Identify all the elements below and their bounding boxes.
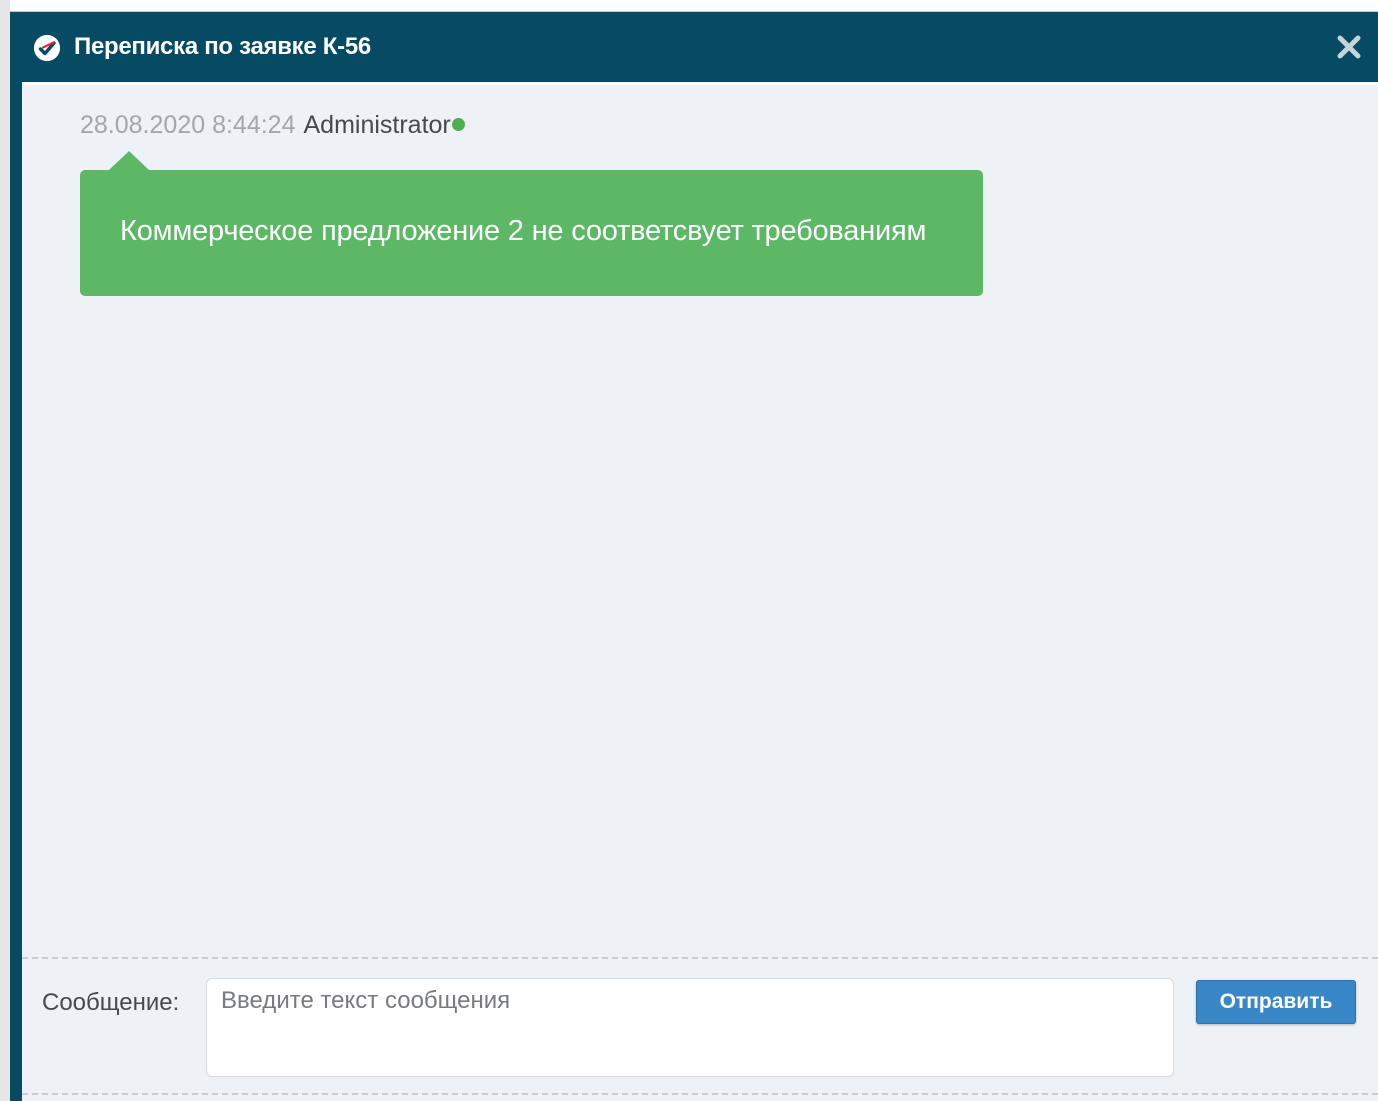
message-label: Сообщение:	[42, 989, 180, 1016]
background-page	[0, 0, 1378, 12]
message-meta: 28.08.2020 8:44:24 Administrator	[80, 111, 465, 140]
message-bubble: Коммерческое предложение 2 не соответсву…	[80, 151, 983, 296]
background-page-edge	[0, 0, 10, 1101]
chat-content: 28.08.2020 8:44:24 Administrator Коммерче…	[22, 82, 1378, 1101]
online-status-icon	[451, 117, 465, 131]
send-button[interactable]: Отправить	[1196, 980, 1356, 1024]
message-text: Коммерческое предложение 2 не соответсву…	[120, 215, 927, 247]
checkmark-circle-icon	[34, 35, 60, 61]
composer-divider	[22, 957, 1378, 959]
message-timestamp: 28.08.2020 8:44:24	[80, 111, 296, 139]
message-author: Administrator	[303, 111, 451, 139]
chat-dialog: Переписка по заявке К-56 28.08.2020 8:44…	[10, 12, 1378, 1101]
bottom-divider	[22, 1093, 1378, 1095]
dialog-titlebar: Переписка по заявке К-56	[10, 12, 1378, 82]
message-input[interactable]	[206, 978, 1174, 1077]
bubble-tail	[109, 151, 149, 170]
dialog-title: Переписка по заявке К-56	[74, 33, 371, 60]
close-icon[interactable]	[1334, 32, 1364, 62]
